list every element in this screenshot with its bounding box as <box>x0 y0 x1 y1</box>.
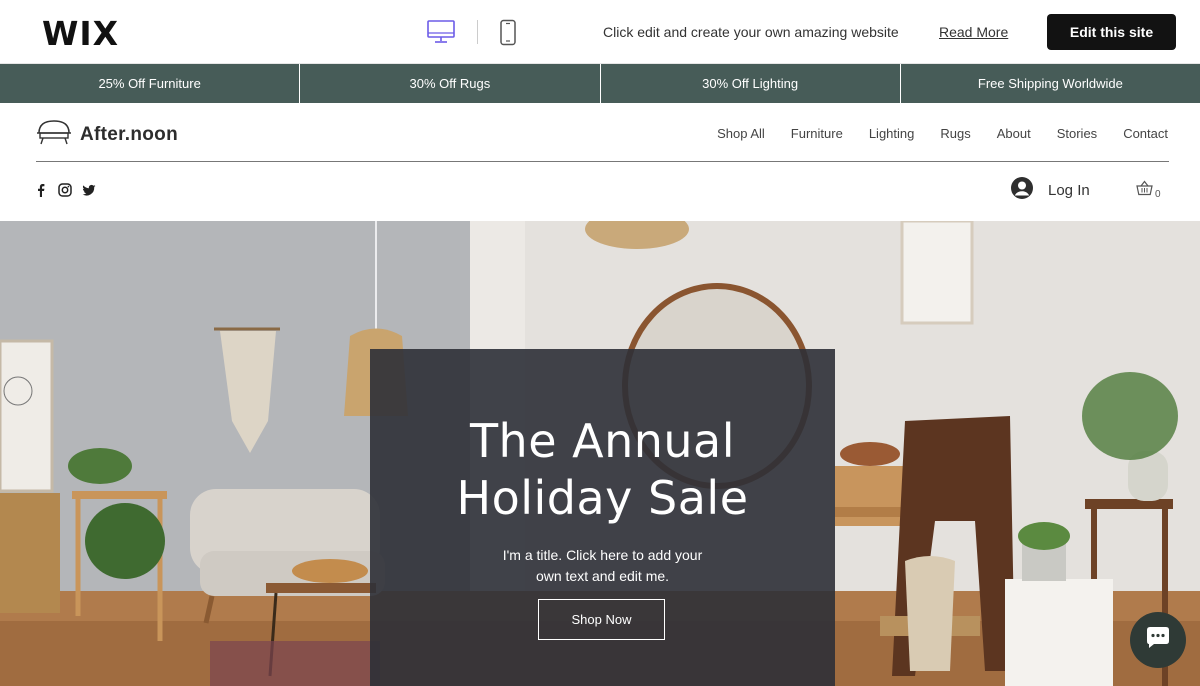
basket-icon <box>1136 180 1153 201</box>
login-button[interactable]: Log In <box>1010 176 1090 205</box>
site-logo[interactable]: After.noon <box>36 118 178 151</box>
nav-contact[interactable]: Contact <box>1123 126 1168 141</box>
twitter-icon[interactable] <box>82 183 96 197</box>
main-nav: Shop All Furniture Lighting Rugs About S… <box>717 126 1168 141</box>
chat-bubble-icon <box>1144 626 1172 655</box>
header-divider <box>36 161 1169 162</box>
login-label: Log In <box>1048 182 1090 199</box>
edit-site-button[interactable]: Edit this site <box>1047 14 1176 50</box>
promo-item-furniture[interactable]: 25% Off Furniture <box>0 64 301 103</box>
wix-logo[interactable]: WIX <box>42 14 119 53</box>
cart-button[interactable]: 0 <box>1136 180 1161 201</box>
wix-promo-text: Click edit and create your own amazing w… <box>603 24 899 40</box>
hero-banner: The Annual Holiday Sale I'm a title. Cli… <box>0 221 1200 686</box>
instagram-icon[interactable] <box>58 183 72 197</box>
read-more-link[interactable]: Read More <box>939 24 1008 40</box>
wix-top-bar: WIX Click edit and create your own amazi… <box>0 0 1200 64</box>
hero-subtitle-line2: own text and edit me. <box>535 568 670 584</box>
hero-title-line2: Holiday Sale <box>456 471 749 525</box>
nav-shop-all[interactable]: Shop All <box>717 126 765 141</box>
promo-item-shipping[interactable]: Free Shipping Worldwide <box>901 64 1200 103</box>
user-avatar-icon <box>1010 176 1034 205</box>
shop-now-button[interactable]: Shop Now <box>538 599 665 640</box>
chair-logo-icon <box>36 118 72 151</box>
device-separator <box>477 20 478 44</box>
nav-furniture[interactable]: Furniture <box>791 126 843 141</box>
promo-item-rugs[interactable]: 30% Off Rugs <box>300 64 601 103</box>
promo-strip: 25% Off Furniture 30% Off Rugs 30% Off L… <box>0 64 1200 103</box>
hero-title[interactable]: The Annual Holiday Sale <box>370 413 835 527</box>
hero-subtitle[interactable]: I'm a title. Click here to add your own … <box>370 545 835 587</box>
social-links <box>34 183 96 197</box>
cart-count: 0 <box>1155 189 1161 200</box>
nav-stories[interactable]: Stories <box>1057 126 1097 141</box>
hero-panel: The Annual Holiday Sale I'm a title. Cli… <box>370 349 835 686</box>
nav-lighting[interactable]: Lighting <box>869 126 915 141</box>
desktop-icon[interactable] <box>426 19 456 45</box>
nav-about[interactable]: About <box>997 126 1031 141</box>
mobile-icon[interactable] <box>499 19 517 46</box>
chat-button[interactable] <box>1130 612 1186 668</box>
nav-rugs[interactable]: Rugs <box>940 126 970 141</box>
promo-item-lighting[interactable]: 30% Off Lighting <box>601 64 901 103</box>
site-logo-name: After.noon <box>80 123 178 145</box>
hero-title-line1: The Annual <box>469 414 736 468</box>
hero-subtitle-line1: I'm a title. Click here to add your <box>502 547 703 563</box>
facebook-icon[interactable] <box>34 183 48 197</box>
